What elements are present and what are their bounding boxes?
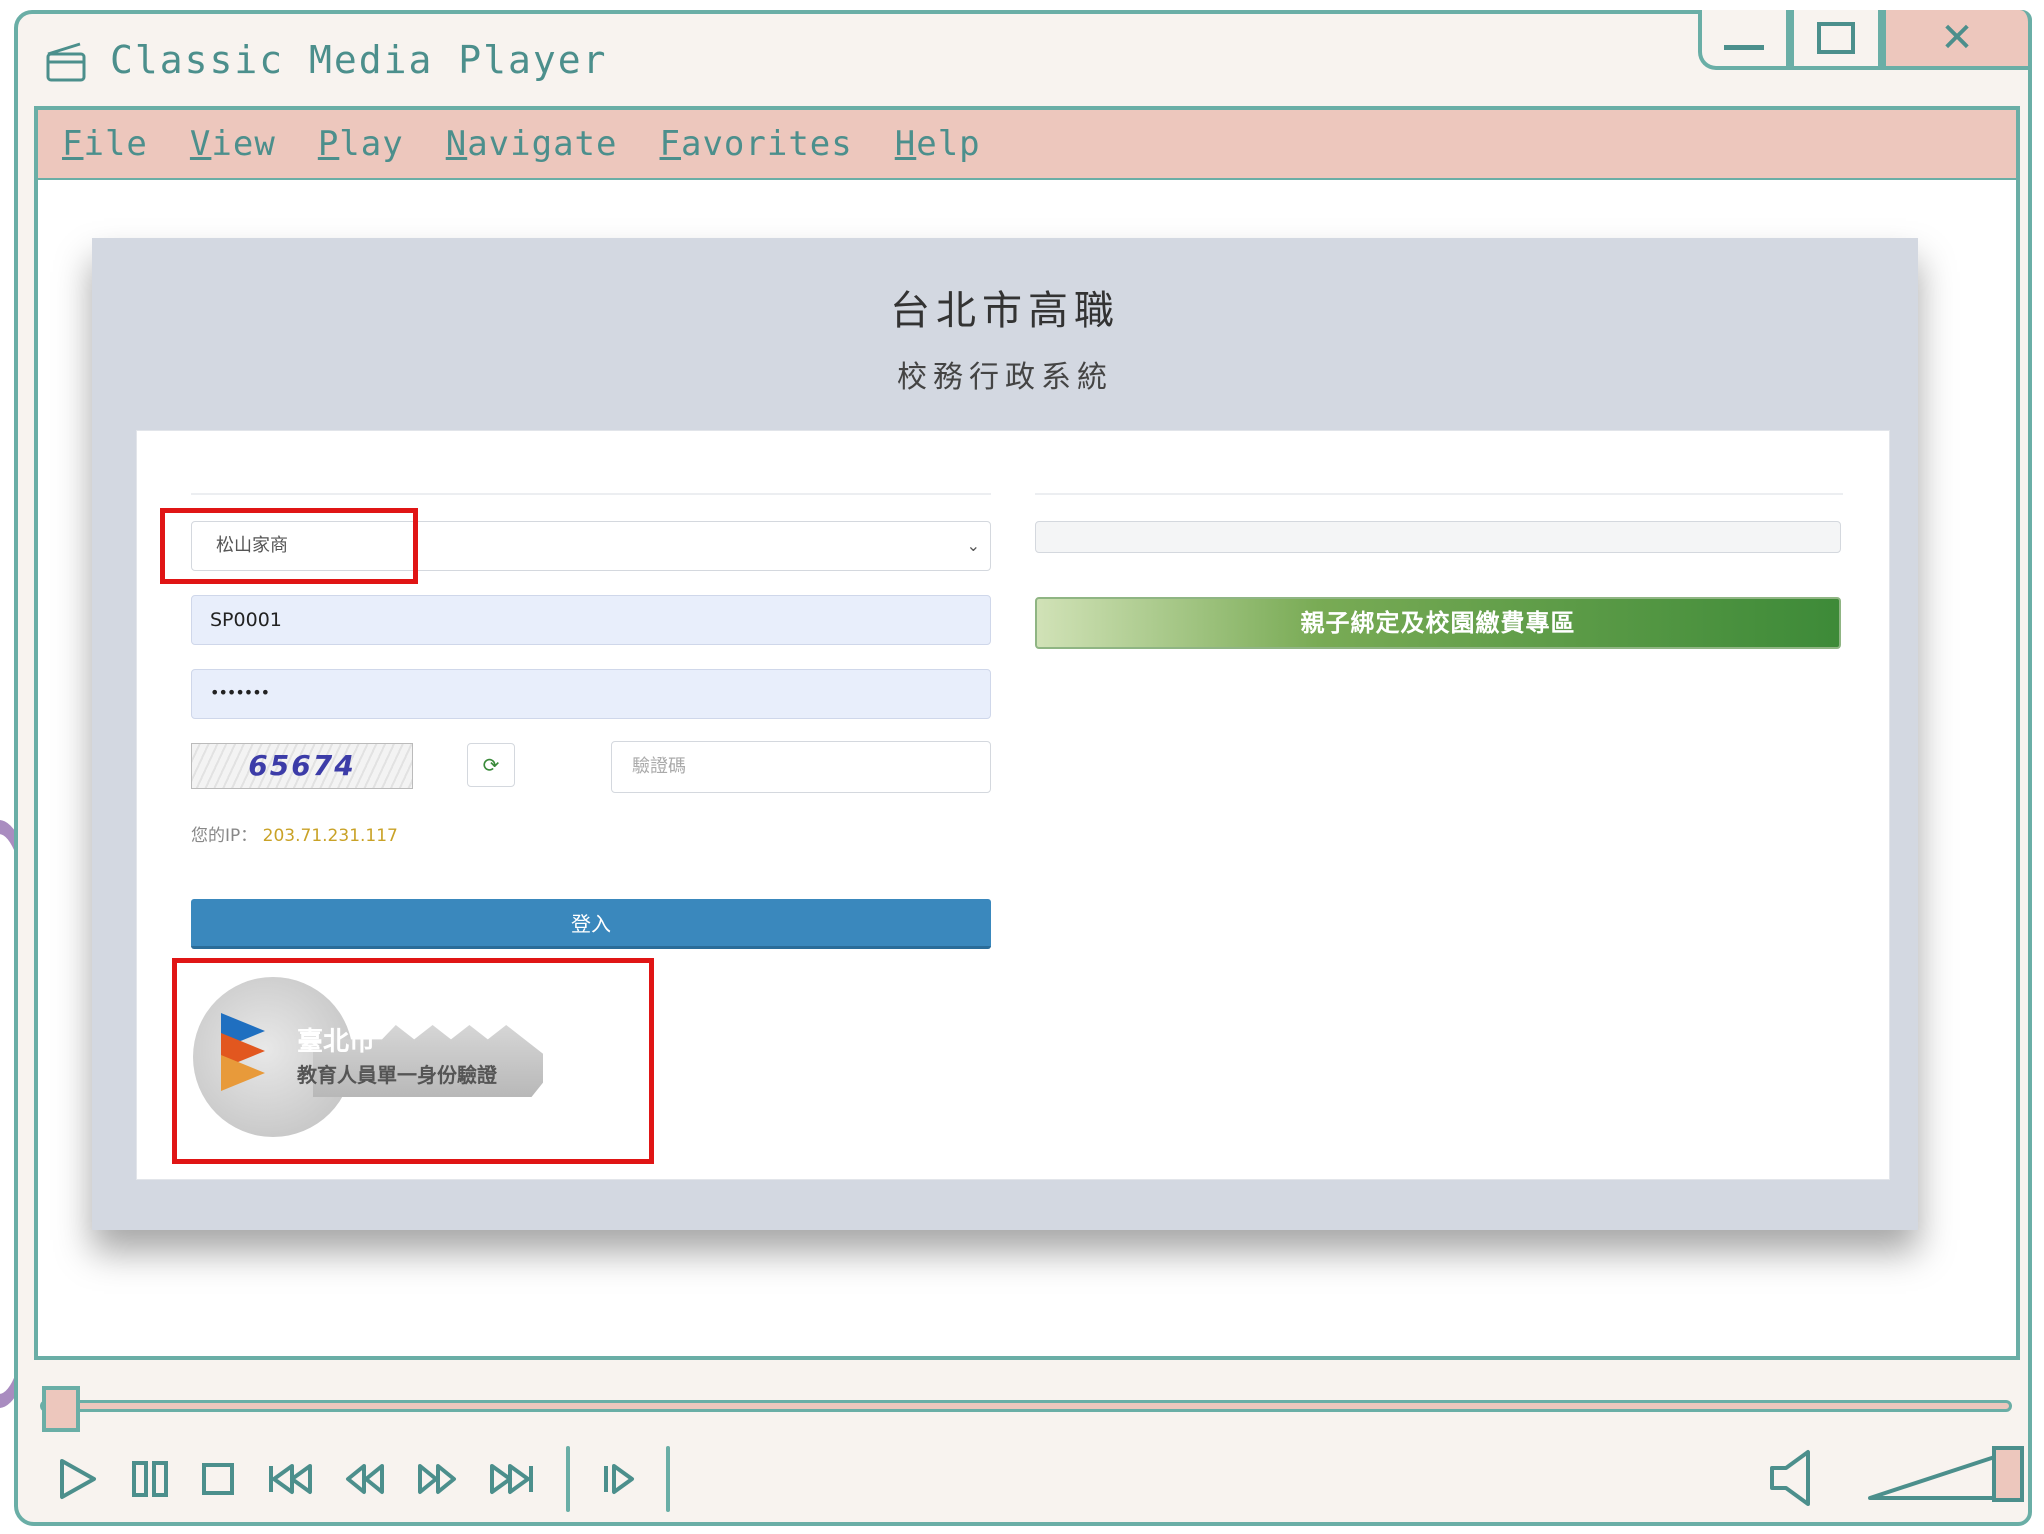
stop-button[interactable] [200, 1453, 236, 1505]
playback-controls [56, 1446, 700, 1512]
divider [191, 493, 991, 495]
password-input[interactable]: ••••••• [191, 669, 991, 719]
captcha-input[interactable]: 驗證碼 [611, 741, 991, 793]
menu-view[interactable]: View [190, 124, 276, 164]
menu-navigate[interactable]: Navigate [446, 124, 618, 164]
ip-value: 203.71.231.117 [262, 826, 398, 846]
control-separator [666, 1446, 670, 1512]
minimize-icon [1724, 44, 1764, 50]
maximize-icon [1817, 22, 1855, 54]
volume-thumb [1992, 1446, 2024, 1502]
highlight-box-school [160, 508, 418, 584]
seek-thumb[interactable] [42, 1386, 80, 1432]
skip-forward-button[interactable] [488, 1453, 536, 1505]
play-icon [60, 1459, 96, 1499]
window-icon [46, 42, 86, 82]
frame-step-icon [604, 1464, 634, 1494]
minimize-button[interactable] [1698, 10, 1790, 70]
skip-back-button[interactable] [266, 1453, 314, 1505]
maximize-button[interactable] [1790, 10, 1882, 70]
login-button[interactable]: 登入 [191, 899, 991, 949]
highlight-box-sso [172, 958, 654, 1164]
ip-info: 您的IP： 203.71.231.117 [191, 821, 398, 846]
volume-slider[interactable] [1866, 1442, 2026, 1506]
refresh-icon: ⟳ [482, 753, 500, 777]
divider [1035, 493, 1843, 495]
parent-binding-button[interactable]: 親子綁定及校園繳費專區 [1035, 597, 1841, 649]
control-separator [566, 1446, 570, 1512]
menu-play[interactable]: Play [318, 124, 404, 164]
skip-back-icon [269, 1464, 312, 1494]
stop-icon [202, 1463, 234, 1495]
seek-bar[interactable] [40, 1400, 2012, 1412]
skip-forward-icon [490, 1464, 533, 1494]
chevron-down-icon: ⌄ [966, 536, 980, 555]
volume-icon[interactable] [1768, 1446, 1816, 1510]
school-title: 台北市高職 [890, 288, 1120, 334]
close-icon: ✕ [1940, 15, 1974, 61]
menu-file[interactable]: File [62, 124, 148, 164]
system-title: 校務行政系統 [897, 360, 1113, 395]
pause-button[interactable] [130, 1453, 170, 1505]
username-input[interactable]: SP0001 [191, 595, 991, 645]
rewind-icon [346, 1464, 384, 1494]
fast-forward-button[interactable] [416, 1453, 458, 1505]
fast-forward-icon [418, 1464, 456, 1494]
menu-help[interactable]: Help [895, 124, 981, 164]
ip-label: 您的IP： [191, 826, 258, 846]
window-controls: ✕ [1698, 10, 2032, 76]
app-title: Classic Media Player [110, 38, 608, 82]
captcha-refresh-button[interactable]: ⟳ [467, 743, 515, 787]
close-button[interactable]: ✕ [1882, 10, 2032, 70]
captcha-image: 65674 [191, 743, 413, 789]
rewind-button[interactable] [344, 1453, 386, 1505]
pause-icon [132, 1461, 168, 1497]
announcement-field [1035, 521, 1841, 553]
play-button[interactable] [56, 1453, 100, 1505]
frame-step-button[interactable] [600, 1453, 636, 1505]
menu-bar: File View Play Navigate Favorites Help [34, 106, 2020, 182]
menu-favorites[interactable]: Favorites [660, 124, 853, 164]
